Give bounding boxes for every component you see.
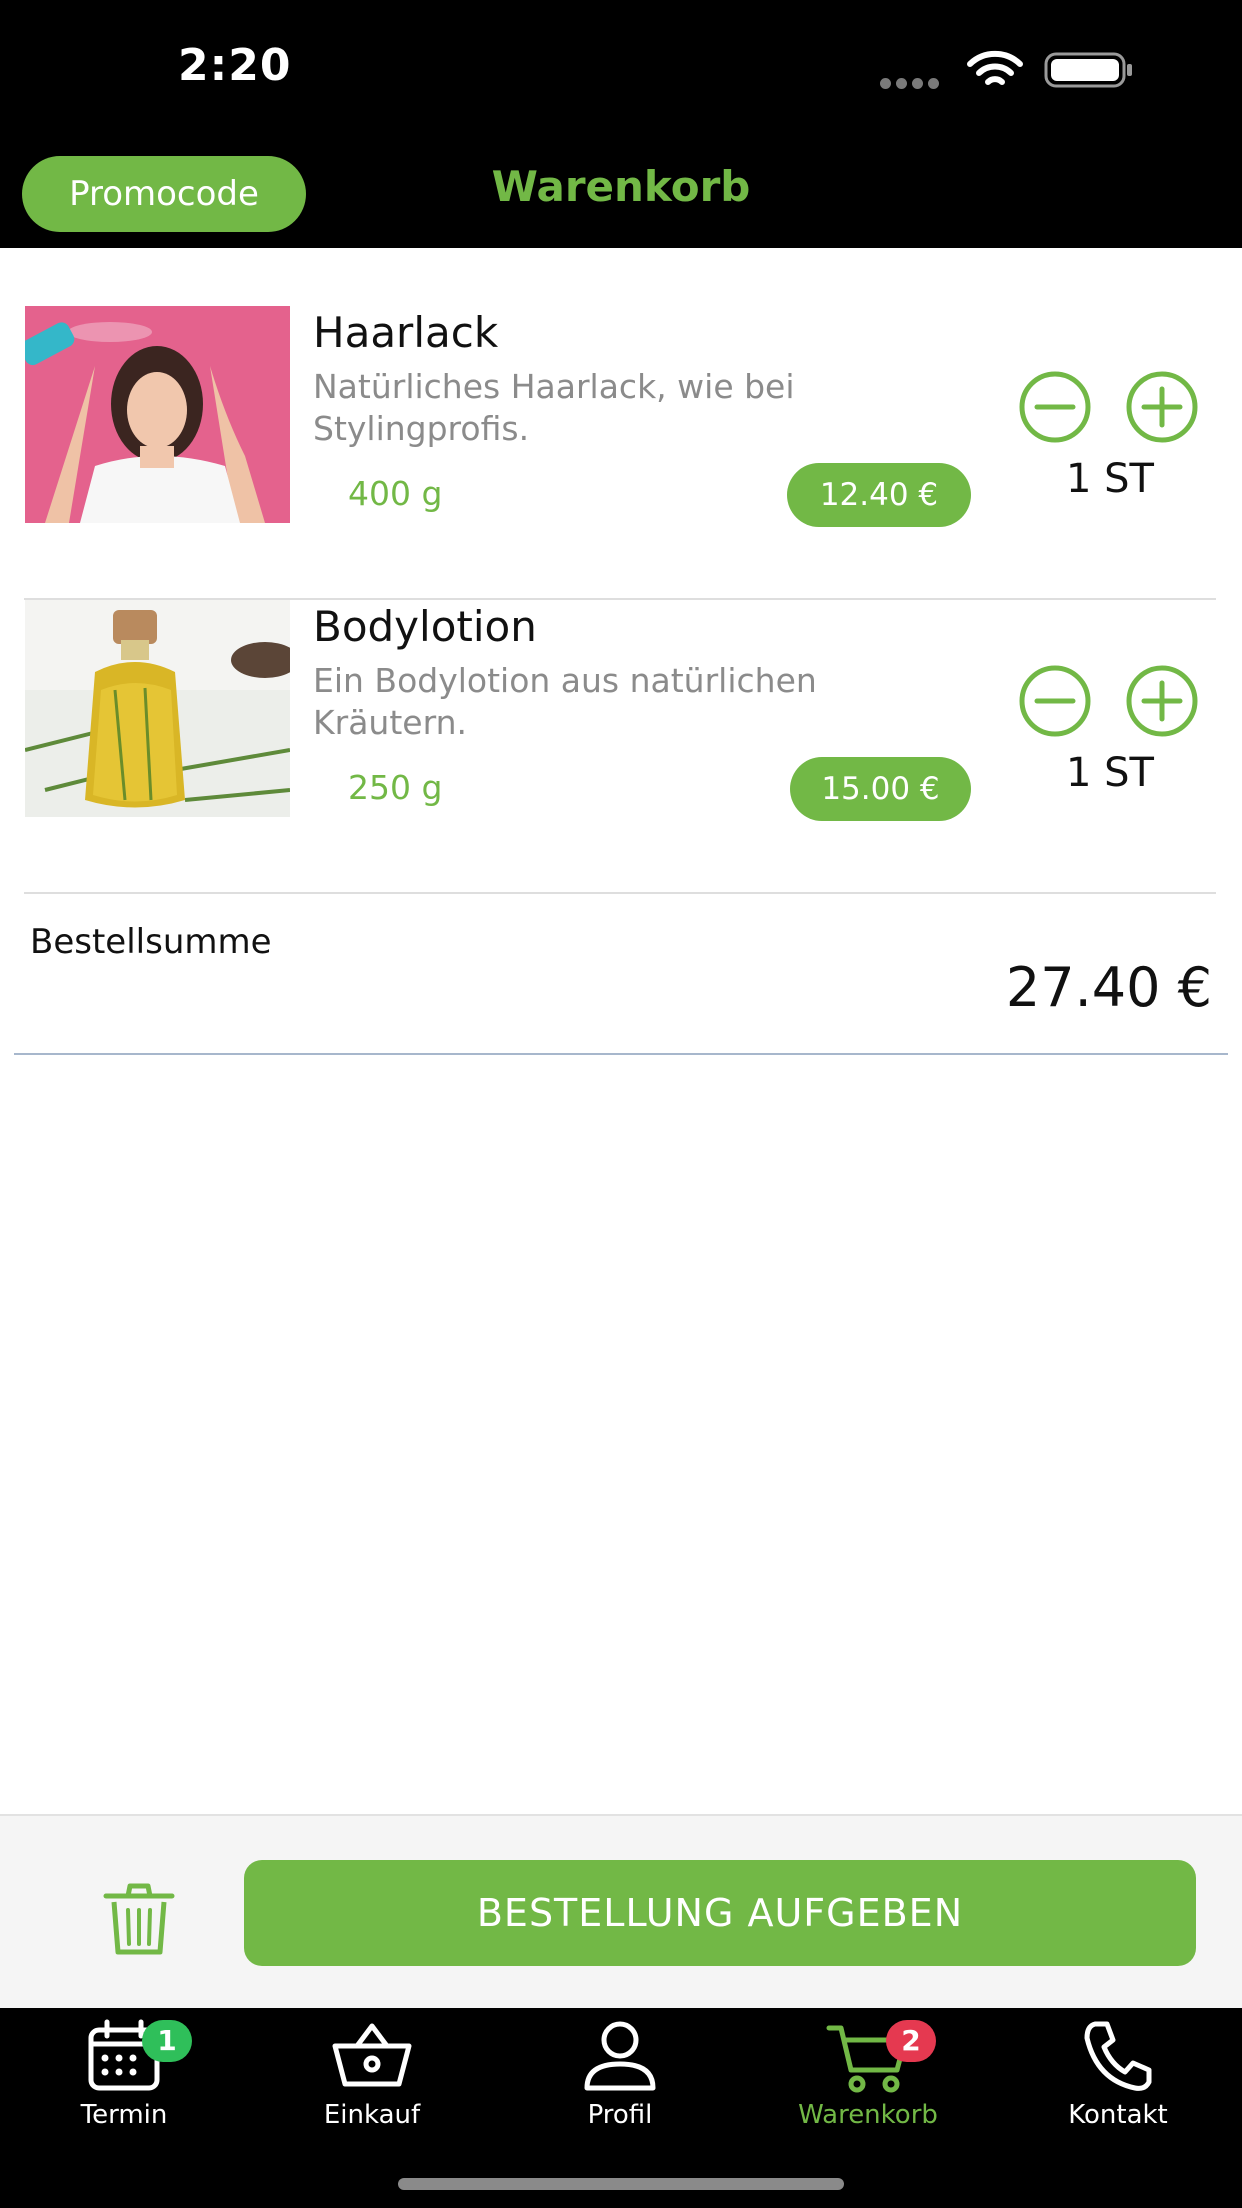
home-indicator [398,2178,844,2190]
basket-icon [332,2023,412,2087]
tab-label: Profil [587,2100,653,2130]
trash-icon[interactable] [100,1880,178,1958]
item-weight: 400 g [348,474,443,513]
order-total-value: 27.40 € [1005,956,1212,1019]
product-image-oil-bottle [25,600,290,817]
item-description: Ein Bodylotion aus natürlichen Kräutern. [313,661,817,742]
status-time: 2:20 [178,40,292,91]
notification-badge: 1 [142,2020,192,2062]
tab-kontakt[interactable]: Kontakt [994,2018,1242,2138]
page-title: Warenkorb [491,162,751,211]
item-name: Bodylotion [313,602,537,651]
decrease-quantity-button[interactable] [1018,370,1092,444]
tab-label: Einkauf [323,2100,421,2130]
tab-label: Warenkorb [798,2100,938,2130]
increase-quantity-button[interactable] [1125,370,1199,444]
tab-label: Termin [80,2100,168,2130]
tab-label: Kontakt [1068,2100,1168,2130]
notification-badge: 2 [886,2020,936,2062]
increase-quantity-button[interactable] [1125,664,1199,738]
divider [24,892,1216,894]
order-total-label: Bestellsumme [30,922,272,962]
cart-item: Bodylotion Ein Bodylotion aus natürliche… [0,600,1242,894]
tab-warenkorb[interactable]: 2 Warenkorb [744,2018,992,2138]
bottom-tab-bar: 1 Termin Einkauf Profil 2 Warenkorb Kont… [0,2008,1242,2208]
item-name: Haarlack [313,308,499,357]
item-quantity: 1 ST [1066,456,1154,502]
checkout-action-bar: BESTELLUNG AUFGEBEN [0,1814,1242,2008]
product-image-hairspray [25,306,290,523]
summary-divider [14,1053,1228,1055]
place-order-button[interactable]: BESTELLUNG AUFGEBEN [244,1860,1196,1966]
item-weight: 250 g [348,768,443,807]
tab-einkauf[interactable]: Einkauf [248,2018,496,2138]
decrease-quantity-button[interactable] [1018,664,1092,738]
item-price-badge: 12.40 € [787,463,971,527]
cellular-signal-icon [880,74,946,89]
item-description: Natürliches Haarlack, wie bei Stylingpro… [313,367,795,448]
item-quantity: 1 ST [1066,750,1154,796]
status-bar: 2:20 [0,0,1242,132]
user-icon [584,2021,656,2091]
tab-profil[interactable]: Profil [496,2018,744,2138]
nav-header: Promocode Warenkorb [0,132,1242,248]
phone-icon [1084,2021,1152,2091]
cart-item: Haarlack Natürliches Haarlack, wie bei S… [0,306,1242,600]
item-price-badge: 15.00 € [790,757,971,821]
battery-icon [1044,52,1132,88]
tab-termin[interactable]: 1 Termin [0,2018,248,2138]
wifi-icon [967,50,1023,85]
